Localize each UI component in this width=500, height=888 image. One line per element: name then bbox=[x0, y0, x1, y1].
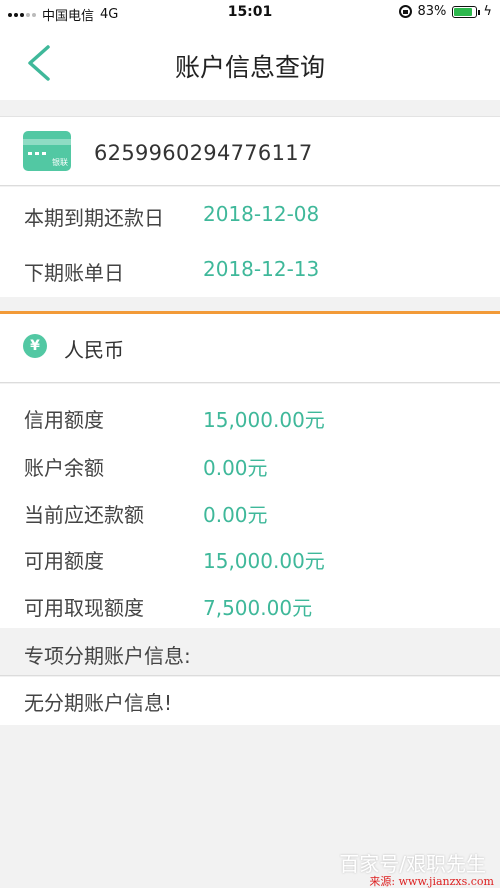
installment-message-row: 无分期账户信息! bbox=[0, 677, 500, 725]
currency-label: 人民币 bbox=[64, 338, 124, 362]
yuan-icon: ¥ bbox=[23, 334, 47, 358]
cash-advance-limit-label: 可用取现额度 bbox=[24, 596, 144, 620]
unionpay-label: 银联 bbox=[52, 158, 68, 167]
credit-limit-row: 信用额度 15,000.00元 bbox=[0, 404, 500, 434]
next-bill-date-value: 2018-12-13 bbox=[203, 257, 320, 281]
nav-bar: 账户信息查询 bbox=[0, 26, 500, 100]
account-balance-label: 账户余额 bbox=[24, 456, 104, 480]
source-caption: 来源: www.jianzxs.com bbox=[369, 875, 494, 888]
available-credit-label: 可用额度 bbox=[24, 549, 104, 573]
card-row: 银联 6259960294776117 bbox=[0, 116, 500, 186]
card-number: 6259960294776117 bbox=[94, 141, 313, 165]
credit-limit-value: 15,000.00元 bbox=[203, 408, 325, 432]
charging-icon: ϟ bbox=[483, 4, 492, 19]
currency-section: ¥ 人民币 bbox=[0, 311, 500, 383]
installment-message: 无分期账户信息! bbox=[24, 691, 173, 715]
amount-due-value: 0.00元 bbox=[203, 503, 268, 527]
amount-due-row: 当前应还款额 0.00元 bbox=[0, 499, 500, 529]
account-balance-row: 账户余额 0.00元 bbox=[0, 452, 500, 482]
installment-header-text: 专项分期账户信息: bbox=[24, 644, 191, 668]
battery-icon bbox=[452, 5, 481, 18]
available-credit-row: 可用额度 15,000.00元 bbox=[0, 545, 500, 575]
credit-details-section: 信用额度 15,000.00元 账户余额 0.00元 当前应还款额 0.00元 … bbox=[0, 384, 500, 628]
cash-advance-limit-value: 7,500.00元 bbox=[203, 596, 313, 620]
battery-percent: 83% bbox=[417, 4, 447, 19]
due-date-label: 本期到期还款日 bbox=[24, 206, 164, 230]
next-bill-date-label: 下期账单日 bbox=[24, 261, 124, 285]
payment-dates-section: 本期到期还款日 2018-12-08 下期账单日 2018-12-13 bbox=[0, 187, 500, 297]
status-bar: 中国电信 4G 15:01 83% ϟ bbox=[0, 0, 500, 26]
due-date-value: 2018-12-08 bbox=[203, 202, 320, 226]
due-date-row: 本期到期还款日 2018-12-08 bbox=[0, 202, 500, 232]
rotation-lock-icon bbox=[398, 5, 412, 18]
next-bill-date-row: 下期账单日 2018-12-13 bbox=[0, 257, 500, 287]
available-credit-value: 15,000.00元 bbox=[203, 549, 325, 573]
status-right: 83% ϟ bbox=[398, 4, 492, 19]
credit-limit-label: 信用额度 bbox=[24, 408, 104, 432]
installment-header: 专项分期账户信息: bbox=[0, 628, 500, 676]
bank-card-icon: 银联 bbox=[23, 131, 71, 171]
cash-advance-limit-row: 可用取现额度 7,500.00元 bbox=[0, 592, 500, 622]
page-title: 账户信息查询 bbox=[174, 53, 325, 82]
amount-due-label: 当前应还款额 bbox=[24, 503, 144, 527]
account-balance-value: 0.00元 bbox=[203, 456, 268, 480]
